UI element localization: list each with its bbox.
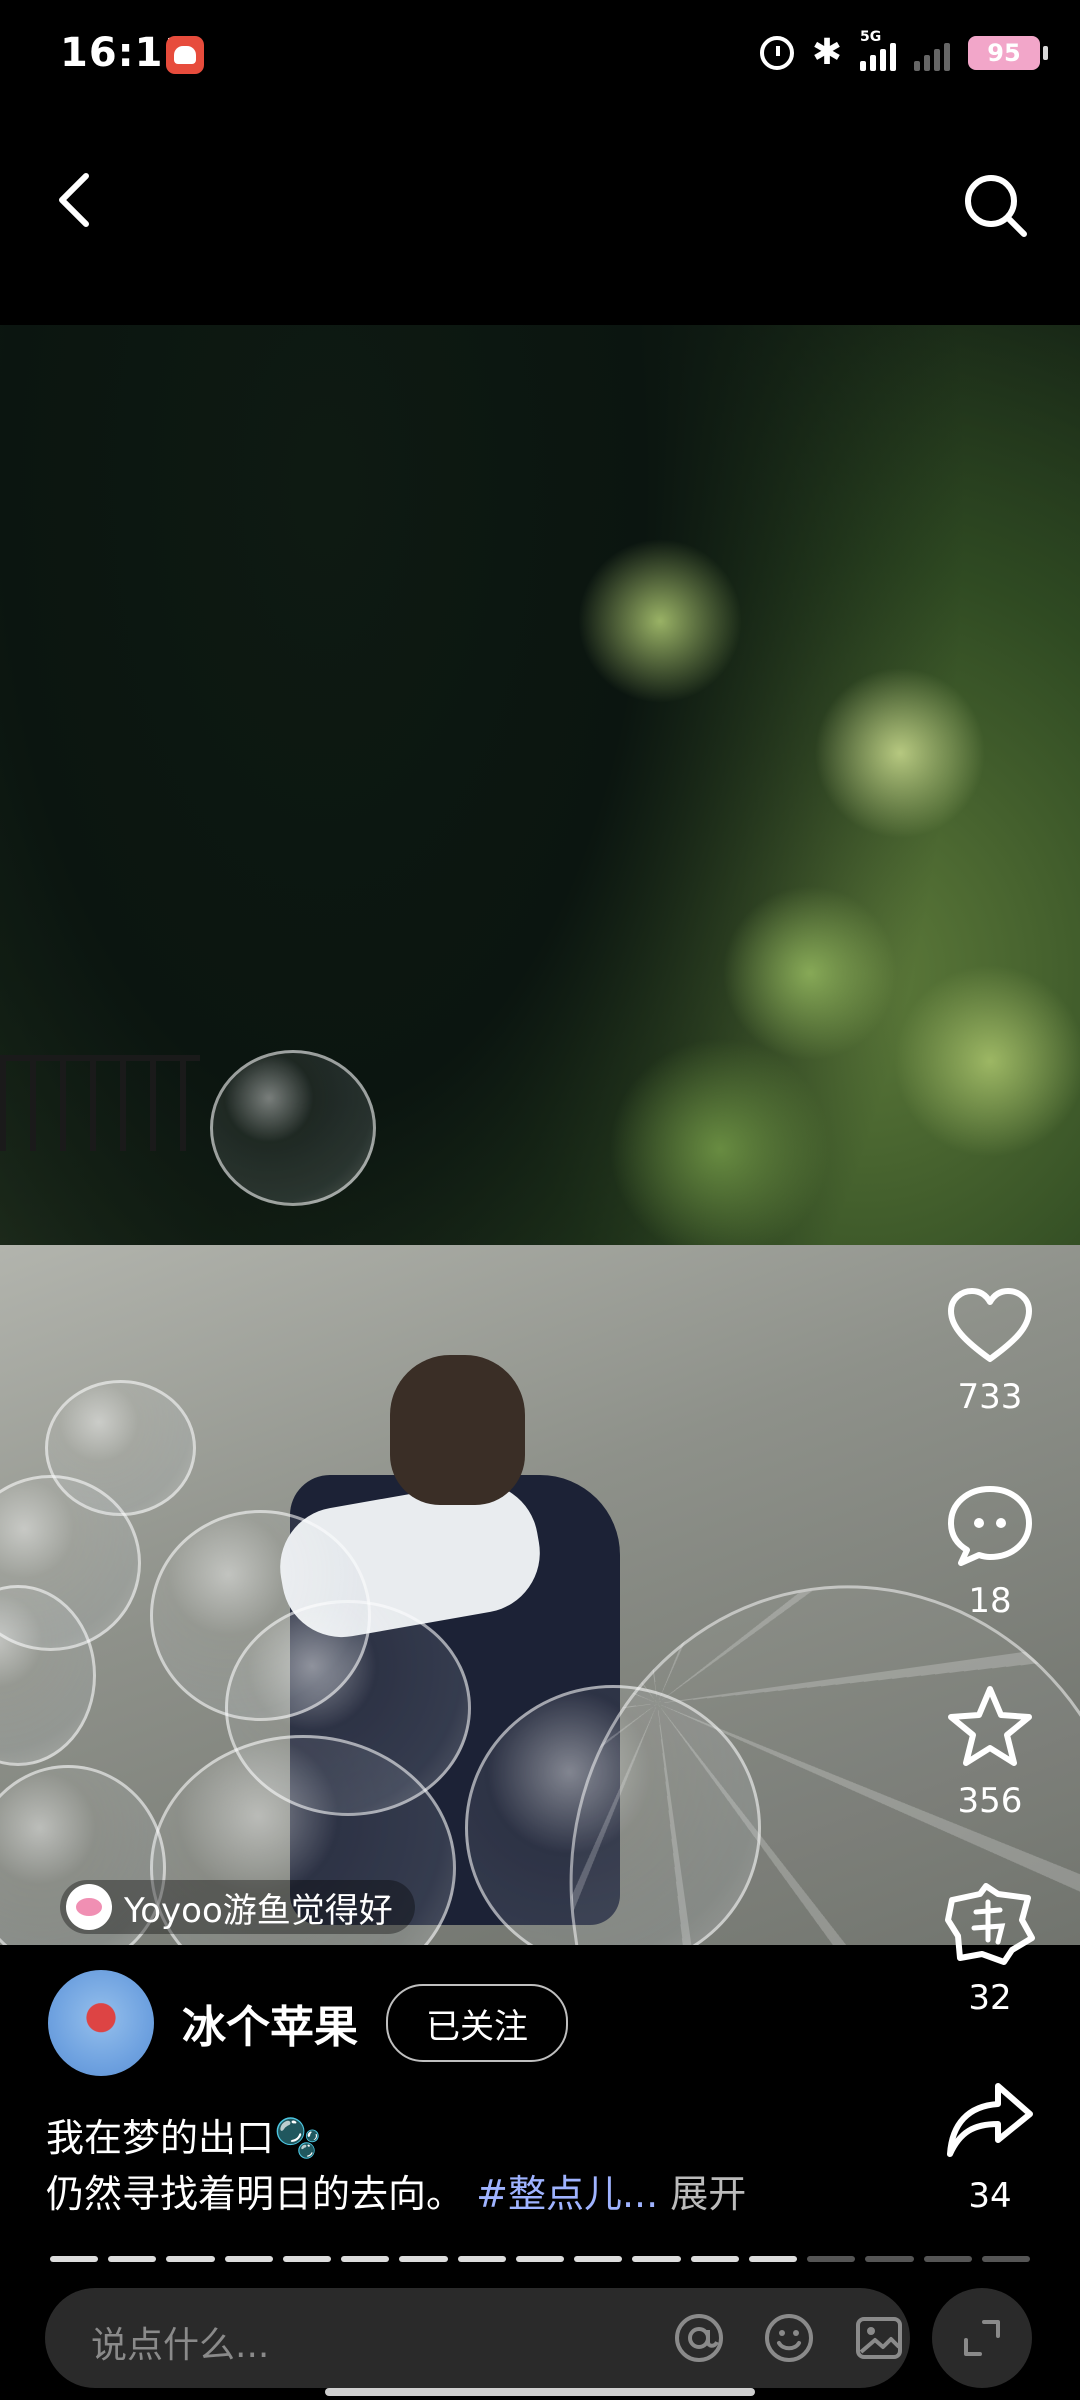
battery-indicator: 95 — [968, 35, 1048, 70]
cell-signal-icon: 5G — [860, 29, 896, 71]
image-icon[interactable] — [853, 2312, 905, 2364]
gift-action[interactable]: 32 — [930, 1880, 1050, 2018]
favorite-action[interactable]: 356 — [930, 1683, 1050, 1821]
expand-caption-link[interactable]: 展开 — [670, 2172, 746, 2216]
post-photo[interactable] — [0, 325, 1080, 1945]
author-name[interactable]: 冰个苹果 — [182, 1991, 358, 2055]
expand-icon — [964, 2320, 1000, 2356]
mention-icon[interactable] — [673, 2312, 725, 2364]
progress-segment — [457, 2256, 506, 2262]
progress-segment — [865, 2256, 914, 2262]
progress-segment — [341, 2256, 390, 2262]
comment-action[interactable]: 18 — [930, 1483, 1050, 1621]
status-indicators: ✱ 5G 95 — [759, 29, 1048, 73]
caption-line-2: 仍然寻找着明日的去向。 #整点儿... 展开 — [46, 2166, 746, 2222]
progress-segment — [807, 2256, 856, 2262]
home-indicator[interactable] — [325, 2388, 755, 2396]
progress-segment — [574, 2256, 623, 2262]
liker-avatar — [66, 1884, 112, 1930]
progress-segment — [166, 2256, 215, 2262]
image-progress-indicator — [50, 2256, 1030, 2262]
search-icon[interactable] — [960, 170, 1030, 240]
progress-segment — [399, 2256, 448, 2262]
gift-icon — [945, 1883, 1035, 1965]
liked-by-text: Yoyoo游鱼觉得好 — [124, 1890, 393, 1931]
author-avatar[interactable] — [48, 1970, 154, 2076]
favorite-count: 356 — [957, 1781, 1023, 1821]
share-icon — [947, 2083, 1033, 2157]
photo-subject-head — [390, 1355, 525, 1505]
progress-segment — [632, 2256, 681, 2262]
share-action[interactable]: 34 — [930, 2078, 1050, 2216]
star-icon — [948, 1686, 1032, 1766]
gift-count: 32 — [968, 1978, 1012, 2018]
follow-button[interactable]: 已关注 — [386, 1984, 568, 2062]
app-notification-icon — [166, 36, 204, 74]
hashtag-link[interactable]: #整点儿... — [476, 2172, 658, 2216]
alarm-icon — [759, 35, 794, 70]
comment-placeholder: 说点什么... — [91, 2325, 270, 2366]
back-icon[interactable] — [50, 170, 100, 230]
caption-line-1: 我在梦的出口🫧 — [46, 2116, 322, 2160]
progress-segment — [981, 2256, 1030, 2262]
progress-segment — [224, 2256, 273, 2262]
like-count: 733 — [957, 1377, 1023, 1417]
share-count: 34 — [968, 2176, 1012, 2216]
photo-bubble — [210, 1050, 376, 1206]
progress-segment — [515, 2256, 565, 2262]
secondary-signal-icon — [914, 35, 950, 71]
progress-segment — [50, 2256, 99, 2262]
progress-segment — [923, 2256, 972, 2262]
progress-segment — [108, 2256, 157, 2262]
progress-segment — [282, 2256, 332, 2262]
status-bar: 16:11 ✱ 5G 95 — [0, 0, 1080, 120]
progress-segment — [690, 2256, 739, 2262]
liked-by-pill[interactable]: Yoyoo游鱼觉得好 — [60, 1880, 415, 1934]
comment-input[interactable]: 说点什么... — [45, 2288, 910, 2388]
progress-segment — [748, 2256, 798, 2262]
post-caption[interactable]: 我在梦的出口🫧 仍然寻找着明日的去向。 #整点儿... 展开 — [46, 2110, 746, 2222]
emoji-icon[interactable] — [763, 2312, 815, 2364]
photo-fence — [0, 1055, 200, 1151]
like-action[interactable]: 733 — [930, 1285, 1050, 1417]
network-type: 5G — [860, 28, 882, 45]
comment-icon — [948, 1486, 1032, 1566]
top-navigation — [0, 140, 1080, 260]
comment-count: 18 — [968, 1581, 1012, 1621]
fullscreen-button[interactable] — [932, 2288, 1032, 2388]
bluetooth-icon: ✱ — [811, 32, 842, 73]
heart-icon — [948, 1288, 1032, 1362]
photo-foliage — [480, 445, 1080, 1325]
author-row: 冰个苹果 已关注 — [48, 1970, 568, 2076]
caption-line-2-text: 仍然寻找着明日的去向。 — [46, 2172, 465, 2216]
